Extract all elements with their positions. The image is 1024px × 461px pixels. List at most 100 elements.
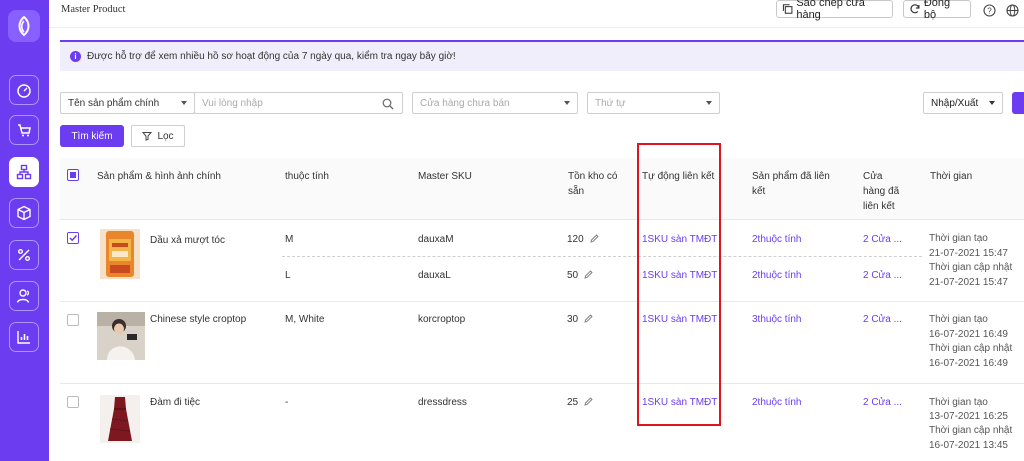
linked-stores-value[interactable]: 2 Cửa ... <box>863 269 902 283</box>
chevron-down-icon <box>181 101 187 105</box>
sync-button[interactable]: Đồng bộ <box>903 0 971 21</box>
cart-icon[interactable] <box>9 115 39 145</box>
variant-divider <box>282 256 922 257</box>
attribute-value: M <box>285 234 294 245</box>
chevron-down-icon <box>706 101 712 105</box>
svg-text:?: ? <box>987 7 992 16</box>
product-name[interactable]: Chinese style croptop <box>150 313 246 327</box>
header-time: Thời gian <box>930 171 973 182</box>
store-select[interactable]: Cửa hàng chưa bán <box>412 92 578 114</box>
product-image <box>100 229 140 279</box>
import-export-button[interactable]: Nhập/Xuất <box>923 92 1003 114</box>
row-checkbox[interactable] <box>67 314 79 326</box>
filter-button[interactable]: Lọc <box>131 125 185 147</box>
import-export-label: Nhập/Xuất <box>931 97 979 109</box>
box-icon[interactable] <box>9 198 39 228</box>
header-linked-stores: Cửa hàng đã liên kết <box>863 169 899 214</box>
attribute-value: L <box>285 270 291 281</box>
product-hierarchy-icon[interactable] <box>9 157 39 187</box>
product-name[interactable]: Dầu xả mượt tóc <box>150 234 225 248</box>
header-linked-stores-line1: Cửa <box>863 171 883 182</box>
edit-pencil-icon[interactable] <box>584 397 593 406</box>
linked-products-value[interactable]: 2thuộc tính <box>752 396 801 410</box>
stock-value: 120 <box>567 233 599 247</box>
sync-label: Đồng bộ <box>923 0 951 21</box>
linked-products-value[interactable]: 2thuộc tính <box>752 269 801 283</box>
linked-products-value[interactable]: 3thuộc tính <box>752 313 801 327</box>
created-label: Thời gian tạo <box>929 397 988 408</box>
order-select-placeholder: Thứ tự <box>595 97 626 109</box>
header-linked-products: Sản phẩm đã liên kết <box>752 169 830 199</box>
product-name[interactable]: Đàm đi tiệc <box>150 396 200 410</box>
copy-store-button[interactable]: Sao chép cửa hàng <box>776 0 893 21</box>
copy-icon <box>782 4 793 14</box>
logo-icon[interactable] <box>8 10 40 42</box>
top-bar: Master Product Sao chép cửa hàng Đồng bộ… <box>49 0 1024 28</box>
stock-value: 25 <box>567 396 593 410</box>
notice-banner: i Được hỗ trợ để xem nhiều hồ sơ hoạt độ… <box>60 40 1024 71</box>
add-product-button[interactable] <box>1012 92 1024 114</box>
created-label: Thời gian tạo <box>929 314 988 325</box>
linked-stores-value[interactable]: 2 Cửa ... <box>863 233 902 247</box>
filter-button-label: Lọc <box>157 130 174 142</box>
header-linked-products-line2: kết <box>752 186 766 197</box>
header-stock-line1: Tồn kho có <box>568 171 618 182</box>
dashboard-icon[interactable] <box>9 75 39 105</box>
stock-value: 30 <box>567 313 593 327</box>
stock-number: 50 <box>567 270 579 281</box>
created-time: 13-07-2021 16:25 <box>929 411 1008 422</box>
linked-products-value[interactable]: 2thuộc tính <box>752 233 801 247</box>
attribute-value: - <box>285 397 289 408</box>
row-checkbox[interactable] <box>67 396 79 408</box>
order-select[interactable]: Thứ tự <box>587 92 720 114</box>
header-stock: Tồn kho có sẵn <box>568 169 617 199</box>
search-button-label: Tìm kiếm <box>71 130 113 142</box>
stock-number: 120 <box>567 234 584 245</box>
row-divider <box>60 383 1024 384</box>
search-button[interactable]: Tìm kiếm <box>60 125 124 147</box>
search-input[interactable]: Vui lòng nhập <box>194 92 403 114</box>
created-time: 16-07-2021 16:49 <box>929 329 1008 340</box>
search-field-select[interactable]: Tên sản phẩm chính <box>60 92 195 114</box>
search-field-select-value: Tên sản phẩm chính <box>68 97 160 109</box>
updated-label: Thời gian cập nhật <box>929 425 1013 436</box>
created-time: 21-07-2021 15:47 <box>929 248 1008 259</box>
filter-icon <box>142 132 153 141</box>
chart-icon[interactable] <box>9 322 39 352</box>
sync-icon <box>910 4 920 14</box>
sku-value: dauxaM <box>418 234 454 245</box>
header-linked-products-line1: Sản phẩm đã liên <box>752 171 830 182</box>
search-icon[interactable] <box>382 98 394 110</box>
header-linked-stores-line2: hàng đã <box>863 186 900 197</box>
header-stock-line2: sẵn <box>568 186 585 197</box>
stock-number: 30 <box>567 314 579 325</box>
globe-icon[interactable] <box>1006 4 1019 17</box>
updated-time: 16-07-2021 13:45 <box>929 440 1008 451</box>
select-all-checkbox[interactable] <box>67 169 79 181</box>
product-image <box>97 312 145 360</box>
sidebar <box>0 0 49 461</box>
attribute-value: M, White <box>285 314 325 325</box>
linked-stores-value[interactable]: 2 Cửa ... <box>863 396 902 410</box>
updated-time: 21-07-2021 15:47 <box>929 277 1008 288</box>
highlight-box <box>637 143 721 426</box>
edit-pencil-icon[interactable] <box>584 314 593 323</box>
updated-label: Thời gian cập nhật <box>929 343 1013 354</box>
page-title: Master Product <box>61 4 126 15</box>
product-image <box>100 395 140 443</box>
edit-pencil-icon[interactable] <box>590 234 599 243</box>
linked-stores-value[interactable]: 2 Cửa ... <box>863 313 902 327</box>
created-label: Thời gian tạo <box>929 233 988 244</box>
edit-pencil-icon[interactable] <box>584 270 593 279</box>
stock-number: 25 <box>567 397 579 408</box>
help-circle-icon[interactable]: ? <box>983 4 996 17</box>
percent-icon[interactable] <box>9 240 39 270</box>
store-select-placeholder: Cửa hàng chưa bán <box>420 97 510 109</box>
row-divider <box>60 301 1024 302</box>
sku-value: dauxaL <box>418 270 451 281</box>
sku-value: dressdress <box>418 397 467 408</box>
users-icon[interactable] <box>9 281 39 311</box>
copy-store-label: Sao chép cửa hàng <box>796 0 865 21</box>
header-attribute: thuộc tính <box>285 171 329 182</box>
row-checkbox[interactable] <box>67 232 79 244</box>
